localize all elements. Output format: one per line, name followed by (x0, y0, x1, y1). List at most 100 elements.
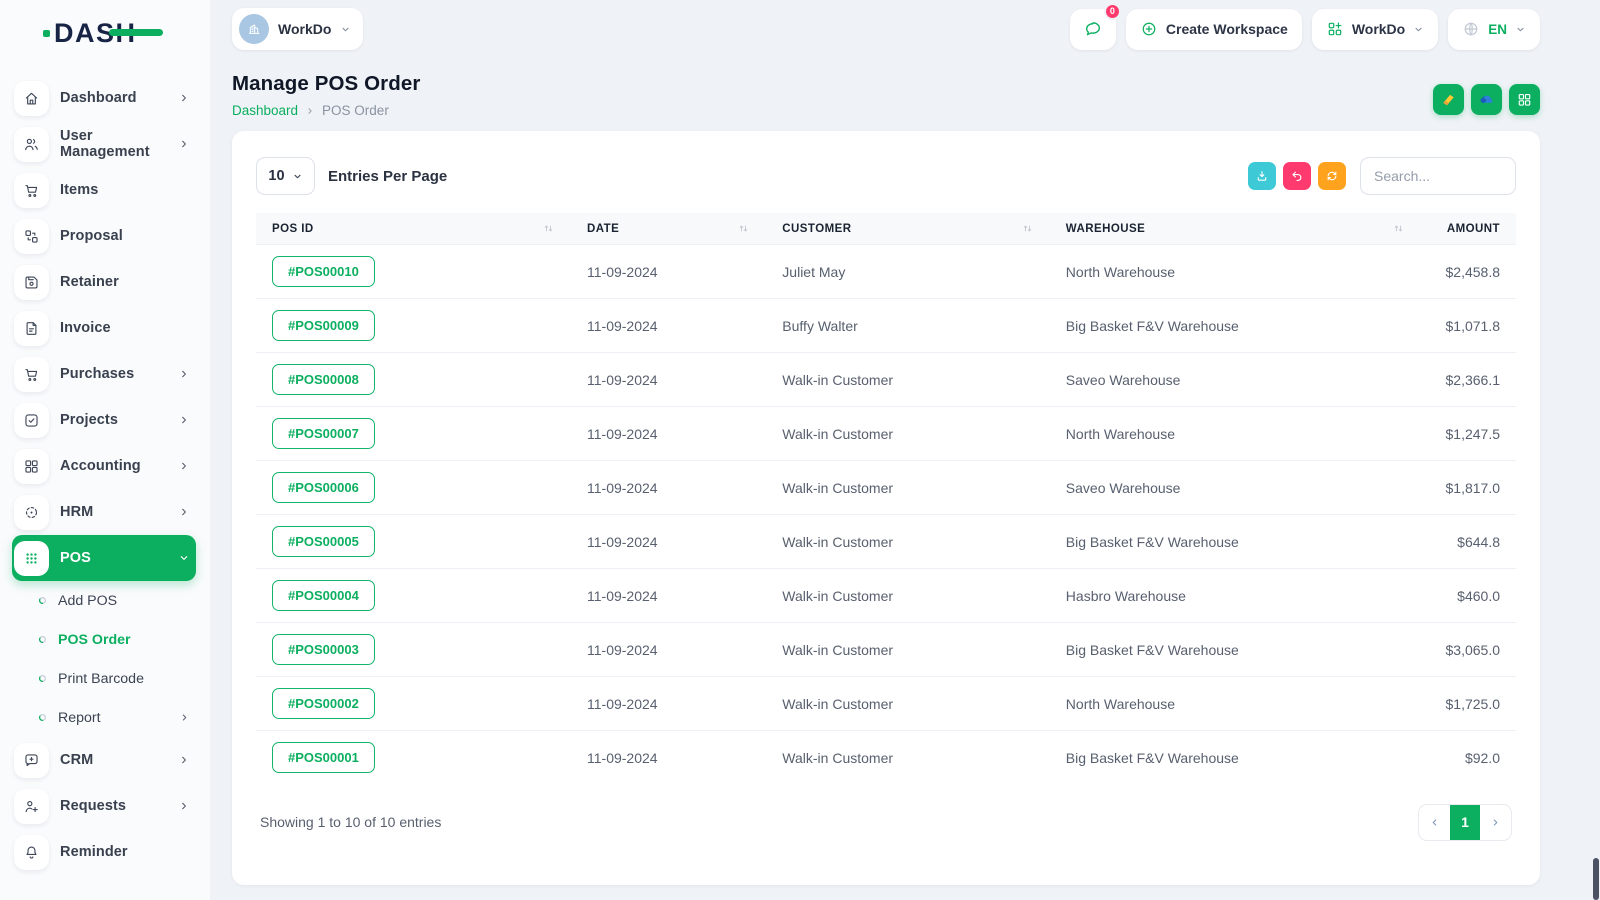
chevron-right-icon (178, 506, 190, 518)
pos-id-cell: #POS00005 (256, 514, 571, 569)
sidebar-item-items[interactable]: Items (12, 167, 196, 213)
pos-id-chip[interactable]: #POS00001 (272, 742, 375, 774)
export-button[interactable] (1248, 162, 1276, 190)
column-header-customer[interactable]: CUSTOMER (766, 213, 1050, 245)
pos-id-chip[interactable]: #POS00007 (272, 418, 375, 449)
onedrive-button[interactable] (1471, 84, 1502, 115)
sidebar-subitem-pos-order[interactable]: POS Order (12, 620, 196, 659)
breadcrumb-link-dashboard[interactable]: Dashboard (232, 103, 298, 118)
chevron-right-icon (178, 754, 190, 766)
warehouse-cell: Saveo Warehouse (1049, 460, 1422, 515)
column-header-label: CUSTOMER (782, 222, 852, 235)
column-header-warehouse[interactable]: WAREHOUSE (1049, 213, 1422, 245)
sidebar-item-requests[interactable]: Requests (12, 783, 196, 829)
column-header-label: POS ID (272, 222, 314, 235)
date-cell: 11-09-2024 (571, 568, 767, 623)
scrollbar-thumb[interactable] (1593, 858, 1599, 900)
brand-logo[interactable]: DASH (43, 13, 210, 53)
sidebar-subitem-report[interactable]: Report (12, 698, 196, 737)
pagination-page-1[interactable]: 1 (1450, 804, 1480, 840)
entries-per-page-select[interactable]: 10 (256, 157, 315, 195)
warehouse-cell: Big Basket F&V Warehouse (1049, 514, 1422, 569)
messages-button[interactable]: 0 (1069, 2, 1121, 50)
pos-id-chip[interactable]: #POS00002 (272, 688, 375, 719)
search-input[interactable] (1360, 157, 1516, 195)
pagination-next-button[interactable] (1480, 805, 1511, 840)
warehouse-cell: Big Basket F&V Warehouse (1049, 622, 1422, 677)
sidebar-item-accounting[interactable]: Accounting (12, 443, 196, 489)
pos-id-chip[interactable]: #POS00004 (272, 580, 375, 611)
column-header-pos-id[interactable]: POS ID (256, 213, 571, 245)
refresh-button[interactable] (1318, 162, 1346, 190)
customer-cell: Walk-in Customer (766, 514, 1050, 569)
table-row: #POS00010 11-09-2024 Juliet May North Wareh… (256, 244, 1516, 299)
sort-icon[interactable] (737, 222, 750, 235)
pos-id-chip[interactable]: #POS00010 (272, 256, 375, 287)
download-icon (1255, 169, 1269, 183)
sidebar-item-proposal[interactable]: Proposal (12, 213, 196, 259)
column-header-label: AMOUNT (1446, 222, 1500, 235)
sidebar-item-purchases[interactable]: Purchases (12, 351, 196, 397)
column-header-date[interactable]: DATE (571, 213, 767, 245)
sidebar-item-label: Requests (60, 798, 127, 814)
table-row: #POS00003 11-09-2024 Walk-in Customer Big B… (256, 622, 1516, 677)
sidebar-item-invoice[interactable]: Invoice (12, 305, 196, 351)
date-cell: 11-09-2024 (571, 352, 767, 407)
grid4-icon (14, 448, 49, 484)
column-header-amount[interactable]: AMOUNT (1421, 213, 1516, 245)
amount-cell: $1,725.0 (1421, 676, 1516, 731)
circle-plus-icon (1140, 20, 1158, 38)
user-plus-icon (14, 788, 49, 824)
pos-id-chip[interactable]: #POS00009 (272, 310, 375, 341)
date-cell: 11-09-2024 (571, 514, 767, 569)
entries-per-page-value: 10 (268, 168, 285, 184)
customer-cell: Walk-in Customer (766, 460, 1050, 515)
customer-cell: Juliet May (766, 244, 1050, 299)
sidebar-subitem-print-barcode[interactable]: Print Barcode (12, 659, 196, 698)
date-cell: 11-09-2024 (571, 676, 767, 731)
sidebar-item-retainer[interactable]: Retainer (12, 259, 196, 305)
sidebar-item-pos[interactable]: POS (12, 535, 196, 581)
sidebar-item-projects[interactable]: Projects (12, 397, 196, 443)
pos-id-chip[interactable]: #POS00008 (272, 364, 375, 395)
sidebar-item-crm[interactable]: CRM (12, 737, 196, 783)
columns-icon (1516, 91, 1533, 108)
grid-view-button[interactable] (1509, 84, 1540, 115)
page-header: Manage POS Order Dashboard POS Order (232, 72, 1540, 118)
undo-button[interactable] (1283, 162, 1311, 190)
focus-icon (14, 494, 49, 530)
building-icon (246, 21, 262, 37)
language-button[interactable]: EN (1448, 8, 1540, 50)
sidebar-item-hrm[interactable]: HRM (12, 489, 196, 535)
sidebar-item-label: CRM (60, 752, 94, 768)
pos-id-chip[interactable]: #POS00006 (272, 472, 375, 503)
sidebar-item-label: Items (60, 182, 99, 198)
amount-cell: $92.0 (1421, 730, 1516, 785)
sort-icon[interactable] (1021, 222, 1034, 235)
sidebar-item-reminder[interactable]: Reminder (12, 829, 196, 875)
sort-icon[interactable] (1392, 222, 1405, 235)
invoice-icon (14, 310, 49, 346)
google-drive-button[interactable] (1433, 84, 1464, 115)
create-workspace-button[interactable]: Create Workspace (1125, 8, 1302, 50)
customer-cell: Walk-in Customer (766, 568, 1050, 623)
language-code: EN (1488, 21, 1507, 37)
pos-id-chip[interactable]: #POS00005 (272, 526, 375, 557)
warehouse-cell: North Warehouse (1049, 676, 1422, 731)
sidebar-item-dashboard[interactable]: Dashboard (12, 75, 196, 121)
workspace-selector[interactable]: WorkDo (232, 8, 364, 50)
sidebar-subitem-label: Report (58, 709, 101, 726)
pagination-prev-button[interactable] (1419, 805, 1450, 840)
home-icon (14, 80, 49, 116)
warehouse-cell: Big Basket F&V Warehouse (1049, 730, 1422, 785)
workspace-menu-button[interactable]: WorkDo (1311, 8, 1439, 50)
grid-plus-icon (1326, 20, 1344, 38)
sort-icon[interactable] (542, 222, 555, 235)
pos-id-chip[interactable]: #POS00003 (272, 634, 375, 665)
chat-badge: 0 (1103, 2, 1121, 20)
chevron-right-icon (178, 138, 190, 150)
chevron-down-icon (340, 24, 351, 35)
sidebar-subitem-add-pos[interactable]: Add POS (12, 581, 196, 620)
sidebar-item-user-management[interactable]: User Management (12, 121, 196, 167)
amount-cell: $1,247.5 (1421, 406, 1516, 461)
